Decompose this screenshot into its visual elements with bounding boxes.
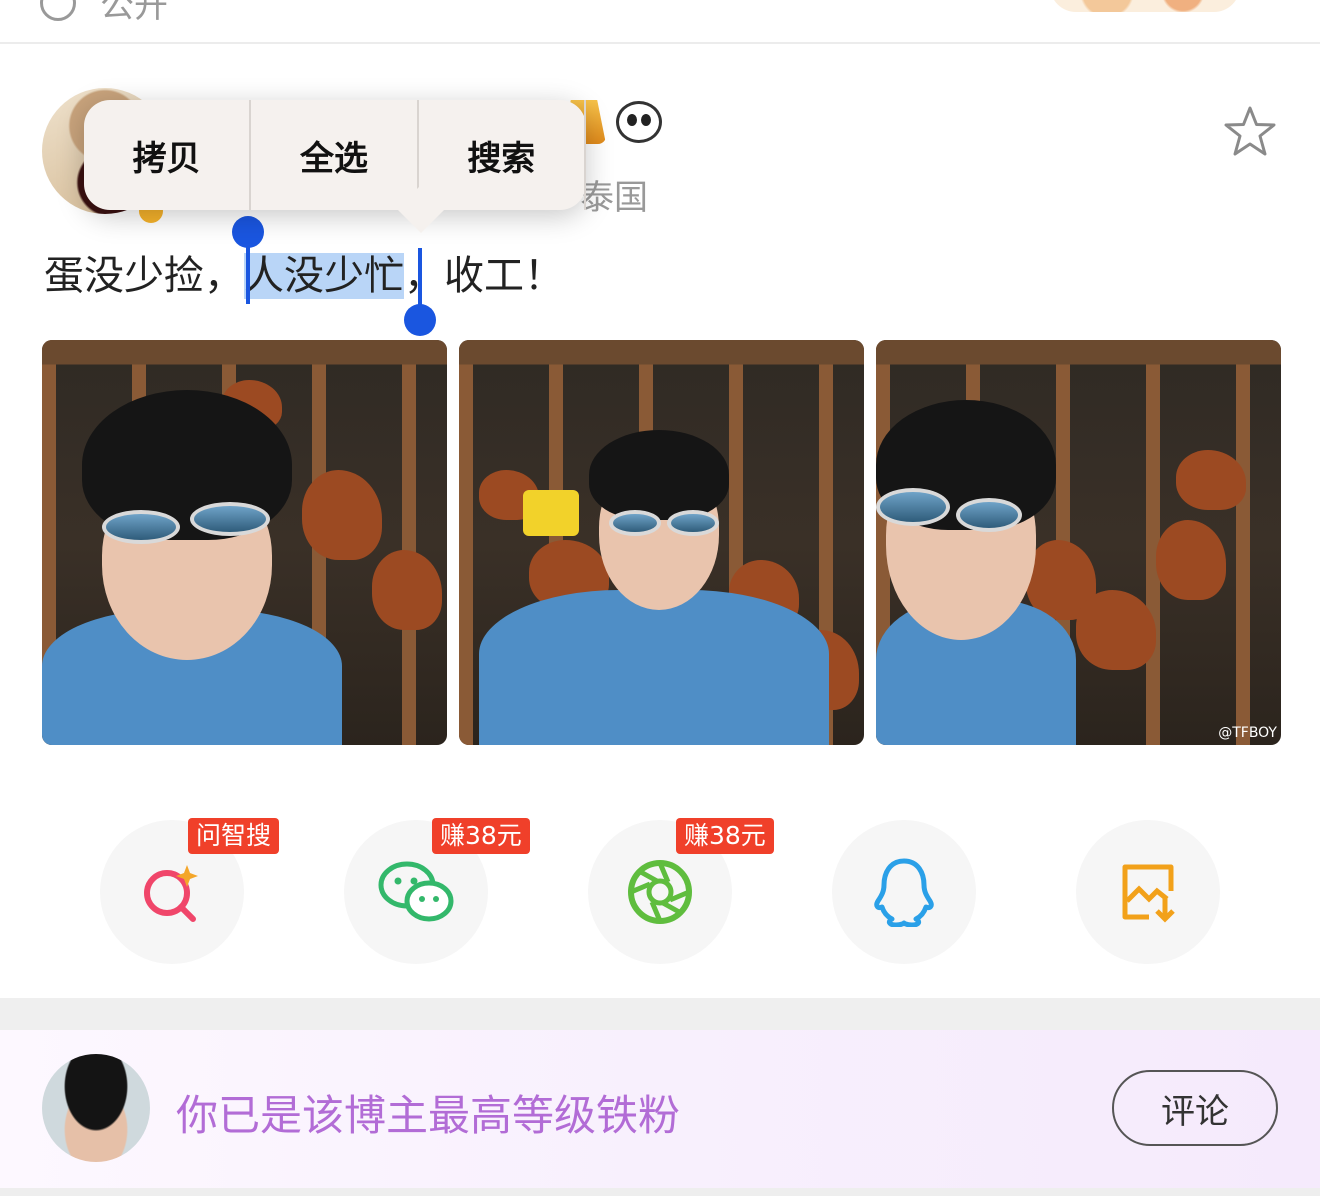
- share-tag-moments: 赚38元: [676, 818, 774, 854]
- post-location: 泰国: [580, 178, 648, 218]
- panda-icon: [616, 101, 662, 143]
- blogger-avatar[interactable]: [42, 1054, 150, 1162]
- photo-glasses: [102, 510, 180, 544]
- post-text-after: ，收工！: [404, 253, 564, 299]
- fan-level-text: 你已是该博主最高等级铁粉: [176, 1091, 681, 1140]
- share-save-image-button[interactable]: [1076, 820, 1220, 964]
- post-photo-1[interactable]: [42, 340, 447, 745]
- text-context-menu: 拷贝 全选 搜索: [84, 100, 586, 234]
- post-photo-2[interactable]: [459, 340, 864, 745]
- favorite-star-icon[interactable]: [1222, 104, 1278, 160]
- photo-glasses: [956, 498, 1022, 532]
- selection-end-handle[interactable]: [404, 248, 436, 336]
- fan-status-bar: 你已是该博主最高等级铁粉 评论: [0, 1030, 1320, 1190]
- save-image-icon: [1122, 864, 1175, 923]
- yellow-feeder: [523, 490, 579, 536]
- photo-glasses: [609, 510, 661, 536]
- photo-watermark: @TFBOY: [1218, 725, 1277, 741]
- comment-button[interactable]: 评论: [1112, 1070, 1278, 1146]
- share-tag-search: 问智搜: [188, 818, 280, 854]
- header-decoration: [1050, 0, 1240, 12]
- menu-item-select-all[interactable]: 全选: [251, 100, 419, 210]
- bottom-edge: [0, 1188, 1320, 1196]
- selection-start-handle[interactable]: [232, 216, 264, 304]
- share-tag-wechat: 赚38元: [432, 818, 530, 854]
- photo-glasses: [190, 502, 270, 536]
- privacy-indicator: 公开: [40, 0, 168, 27]
- post-photo-3[interactable]: @TFBOY: [876, 340, 1281, 745]
- top-strip: 公开: [0, 0, 1320, 44]
- menu-item-copy[interactable]: 拷贝: [84, 100, 252, 210]
- wechat-icon: [378, 861, 454, 922]
- photo-glasses: [876, 488, 950, 526]
- moments-aperture-icon: [628, 860, 692, 924]
- menu-item-search[interactable]: 搜索: [419, 100, 586, 210]
- section-divider: [0, 998, 1320, 1030]
- privacy-label: 公开: [100, 0, 168, 26]
- selected-text[interactable]: 人没少忙: [244, 253, 404, 299]
- photo-shirt: [479, 590, 829, 745]
- photo-hair: [589, 430, 729, 520]
- qq-penguin-icon: [874, 858, 934, 927]
- post-text-before: 蛋没少捡，: [44, 253, 244, 299]
- share-qq-button[interactable]: [832, 820, 976, 964]
- globe-icon: [40, 0, 76, 21]
- smart-search-icon: [144, 865, 198, 922]
- post-text[interactable]: 蛋没少捡，人没少忙，收工！: [44, 250, 564, 302]
- photo-glasses: [667, 510, 719, 536]
